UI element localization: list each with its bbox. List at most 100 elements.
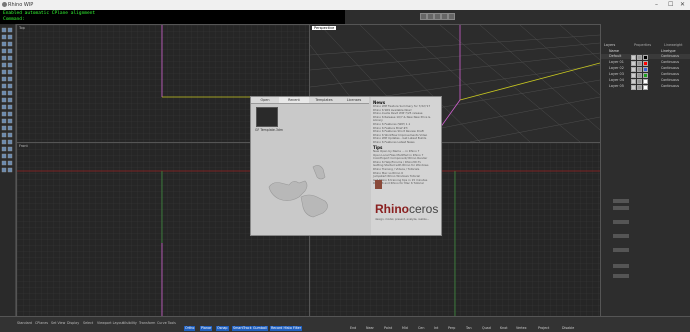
filter-toggle[interactable]: Filter [292, 326, 303, 331]
layer-name: Layer 01 [609, 60, 624, 64]
status-bar: Standard CPlanes Set View Display Select… [0, 316, 690, 332]
lightbulb-icon[interactable] [631, 85, 636, 90]
viewport-title[interactable]: Front [19, 144, 28, 148]
gumball-toggle[interactable]: Gumball [252, 326, 268, 331]
layer-row[interactable]: Layer 01 Continuous [601, 60, 690, 66]
layer-name: Layer 02 [609, 66, 624, 70]
property-field[interactable] [613, 206, 629, 210]
window-title: Rhino WIP [8, 2, 34, 8]
property-field[interactable] [613, 274, 629, 278]
layer-linetype: Continuous [661, 72, 680, 76]
tool-buttons[interactable] [0, 24, 15, 316]
lock-icon[interactable] [637, 85, 642, 90]
minimize-button[interactable]: – [655, 1, 658, 8]
layer-row[interactable]: Default Continuous [601, 54, 690, 60]
layer-row[interactable]: Layer 05 Continuous [601, 84, 690, 90]
new-file-icon[interactable] [420, 13, 427, 20]
layers-panel: Layers Properties Lineweight Name Linety… [600, 24, 690, 316]
command-history: Enabled automatic CPlane alignment Comma… [0, 10, 345, 24]
maximize-button[interactable]: ☐ [668, 1, 673, 8]
osnap-cen[interactable]: Cen [418, 326, 424, 331]
recent-file-name[interactable]: GF Template.3dm [255, 128, 283, 132]
save-icon[interactable] [434, 13, 441, 20]
status-tab[interactable]: Viewport Layout [96, 321, 125, 325]
rhinoceros-wordmark: Rhinoceros [375, 202, 438, 216]
close-button[interactable]: ✕ [680, 1, 685, 8]
layer-linetype: Continuous [661, 84, 680, 88]
command-history-line: Enabled automatic CPlane alignment [3, 11, 96, 16]
status-tab[interactable]: Standard [16, 321, 33, 325]
osnap-vertex[interactable]: Vertex [516, 326, 527, 331]
property-field[interactable] [613, 220, 629, 224]
print-icon[interactable] [441, 13, 448, 20]
layers-header-name[interactable]: Name [609, 49, 619, 53]
title-bar: Rhino WIP – ☐ ✕ [0, 0, 690, 10]
layers-header-linetype[interactable]: Linetype [661, 49, 676, 53]
viewport-title[interactable]: Top [19, 26, 25, 30]
osnap-toggle[interactable]: Osnap [216, 326, 229, 331]
wordmark-rhino: Rhino [375, 202, 409, 216]
status-tab[interactable]: Transform [138, 321, 156, 325]
recent-file-thumbnail[interactable] [256, 107, 278, 127]
osnap-int[interactable]: Int [434, 326, 438, 331]
news-link[interactable]: Rhino 6 Features Latest News [373, 140, 439, 145]
property-field[interactable] [613, 199, 629, 203]
layer-linetype: Continuous [661, 78, 680, 82]
left-toolbox [0, 24, 16, 316]
property-field[interactable] [613, 264, 629, 268]
layer-name: Default [609, 54, 622, 58]
tab-templates[interactable]: Templates [309, 97, 339, 103]
smarttrack-toggle[interactable]: SmartTrack [232, 326, 253, 331]
splash-tabs: Open Recent Templates Licenses [251, 97, 369, 104]
panel-tab-properties[interactable]: Properties [634, 43, 651, 47]
layer-name: Layer 04 [609, 78, 624, 82]
rhino-app-icon [2, 2, 7, 7]
osnap-perp[interactable]: Perp [448, 326, 455, 331]
wordmark-ceros: ceros [409, 202, 439, 216]
status-tab[interactable]: Curve Tools [156, 321, 177, 325]
tips-section: Tips New Open by Name ... in Rhino 7 Ope… [373, 145, 439, 186]
layer-name: Layer 05 [609, 84, 624, 88]
tip-link[interactable]: Rhino 6 and Rhino for Mac 6 Tutorial [373, 182, 439, 186]
osnap-tan[interactable]: Tan [466, 326, 472, 331]
tab-open[interactable]: Open [251, 97, 279, 103]
osnap-point[interactable]: Point [384, 326, 392, 331]
tagline: design, model, present, analyze, realize… [375, 218, 430, 221]
layer-linetype: Continuous [661, 60, 680, 64]
layer-linetype: Continuous [661, 54, 680, 58]
osnap-quad[interactable]: Quad [482, 326, 491, 331]
tab-recent[interactable]: Recent [279, 97, 309, 103]
status-tab[interactable]: Display [66, 321, 80, 325]
status-tab[interactable]: Set View [50, 321, 66, 325]
layer-name: Layer 03 [609, 72, 624, 76]
planar-toggle[interactable]: Planar [200, 326, 213, 331]
viewport-title[interactable]: Perspective [312, 26, 337, 30]
news-panel: News Rhino WIP Feature Summary for 7/22/… [371, 97, 441, 235]
panel-tab-lineweight[interactable]: Lineweight [664, 43, 683, 47]
property-field[interactable] [613, 248, 629, 252]
status-tab[interactable]: Visibility [122, 321, 138, 325]
osnap-mid[interactable]: Mid [402, 326, 408, 331]
properties-icon[interactable] [448, 13, 455, 20]
ortho-toggle[interactable]: Ortho [184, 326, 196, 331]
layer-row[interactable]: Layer 02 Continuous [601, 66, 690, 72]
command-prompt[interactable]: Command: [3, 17, 25, 22]
tab-licenses[interactable]: Licenses [339, 97, 369, 103]
top-toolbar [345, 10, 690, 24]
osnap-disable[interactable]: Disable [562, 326, 574, 331]
open-file-icon[interactable] [427, 13, 434, 20]
news-section: News Rhino WIP Feature Summary for 7/22/… [373, 100, 439, 145]
layer-color-swatch[interactable] [643, 85, 648, 90]
osnap-near[interactable]: Near [366, 326, 374, 331]
osnap-end[interactable]: End [350, 326, 356, 331]
layer-row[interactable]: Layer 03 Continuous [601, 72, 690, 78]
layer-linetype: Continuous [661, 66, 680, 70]
property-field[interactable] [613, 234, 629, 238]
status-tab[interactable]: CPlanes [34, 321, 49, 325]
layer-row[interactable]: Layer 04 Continuous [601, 78, 690, 84]
osnap-knot[interactable]: Knot [500, 326, 508, 331]
splash-screen: Open Recent Templates Licenses GF Templa… [250, 96, 442, 236]
osnap-project[interactable]: Project [538, 326, 549, 331]
panel-tab-layers[interactable]: Layers [604, 43, 615, 47]
status-tab[interactable]: Select [82, 321, 94, 325]
